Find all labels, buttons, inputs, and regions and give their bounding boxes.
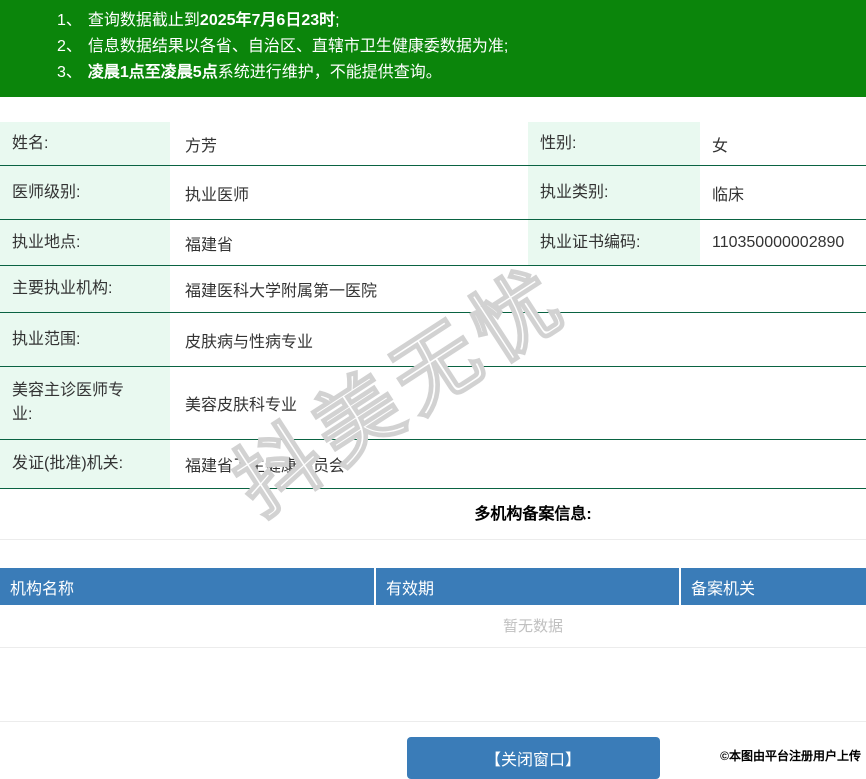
field-label-certificate-number: 执业证书编码:: [528, 220, 700, 265]
info-row-name-gender: 姓名: 方芳 性别: 女: [0, 122, 866, 166]
info-row-main-institution: 主要执业机构: 福建医科大学附属第一医院: [0, 266, 866, 313]
field-value-doctor-level: 执业医师: [170, 166, 528, 219]
notice-text: 系统进行维护，不能提供查询。: [218, 64, 442, 81]
field-value-practice-location: 福建省: [170, 220, 528, 265]
column-header-record-authority: 备案机关: [681, 568, 866, 605]
info-row-location-certno: 执业地点: 福建省 执业证书编码: 110350000002890: [0, 220, 866, 266]
notice-number: 2、: [57, 38, 82, 55]
notice-text: 信息数据结果以各省、自治区、直辖市卫生健康委数据为准;: [88, 38, 508, 55]
close-window-button[interactable]: 【关闭窗口】: [407, 737, 660, 779]
field-label-cosmetic-specialty: 美容主诊医师专业:: [0, 367, 170, 439]
notice-text: 查询数据截止到: [88, 12, 200, 29]
field-value-main-institution: 福建医科大学附属第一医院: [170, 266, 866, 312]
notice-number: 1、: [57, 12, 82, 29]
info-row-issuing-authority: 发证(批准)机关: 福建省卫生健康委员会: [0, 440, 866, 489]
field-value-certificate-number: 110350000002890: [700, 220, 866, 265]
field-label-practice-scope: 执业范围:: [0, 313, 170, 366]
records-empty-placeholder: 暂无数据: [0, 605, 866, 648]
column-header-institution-name: 机构名称: [0, 568, 376, 605]
field-value-name: 方芳: [170, 122, 528, 165]
field-value-practice-scope: 皮肤病与性病专业: [170, 313, 866, 366]
field-value-cosmetic-specialty: 美容皮肤科专业: [170, 367, 866, 439]
page: 1、查询数据截止到2025年7月6日23时; 2、信息数据结果以各省、自治区、直…: [0, 0, 866, 779]
notice-banner: 1、查询数据截止到2025年7月6日23时; 2、信息数据结果以各省、自治区、直…: [0, 0, 866, 97]
field-label-issuing-authority: 发证(批准)机关:: [0, 440, 170, 488]
notice-text-bold: 2025年7月6日23时: [200, 12, 335, 29]
notice-text: ;: [335, 12, 339, 29]
doctor-info-table: 姓名: 方芳 性别: 女 医师级别: 执业医师 执业类别: 临床 执业地点: 福…: [0, 122, 866, 489]
field-value-issuing-authority: 福建省卫生健康委员会: [170, 440, 866, 488]
multi-institution-section-title: 多机构备案信息:: [0, 489, 866, 540]
field-value-gender: 女: [700, 122, 866, 165]
info-row-level-category: 医师级别: 执业医师 执业类别: 临床: [0, 166, 866, 220]
column-header-validity-period: 有效期: [376, 568, 681, 605]
field-label-main-institution: 主要执业机构:: [0, 266, 170, 312]
notice-number: 3、: [57, 64, 82, 81]
uploader-caption: ©本图由平台注册用户上传: [720, 747, 861, 764]
field-value-practice-category: 临床: [700, 166, 866, 219]
notice-line-1: 1、查询数据截止到2025年7月6日23时;: [57, 8, 866, 34]
info-row-cosmetic-specialty: 美容主诊医师专业: 美容皮肤科专业: [0, 367, 866, 440]
field-label-doctor-level: 医师级别:: [0, 166, 170, 219]
field-label-practice-location: 执业地点:: [0, 220, 170, 265]
notice-line-3: 3、凌晨1点至凌晨5点系统进行维护，不能提供查询。: [57, 60, 866, 86]
notice-text-bold: 凌晨1点至凌晨5点: [88, 64, 218, 81]
divider: [0, 648, 866, 722]
notice-line-2: 2、信息数据结果以各省、自治区、直辖市卫生健康委数据为准;: [57, 34, 866, 60]
info-row-practice-scope: 执业范围: 皮肤病与性病专业: [0, 313, 866, 367]
field-label-practice-category: 执业类别:: [528, 166, 700, 219]
records-table-header: 机构名称 有效期 备案机关: [0, 568, 866, 605]
field-label-gender: 性别:: [528, 122, 700, 165]
field-label-name: 姓名:: [0, 122, 170, 165]
